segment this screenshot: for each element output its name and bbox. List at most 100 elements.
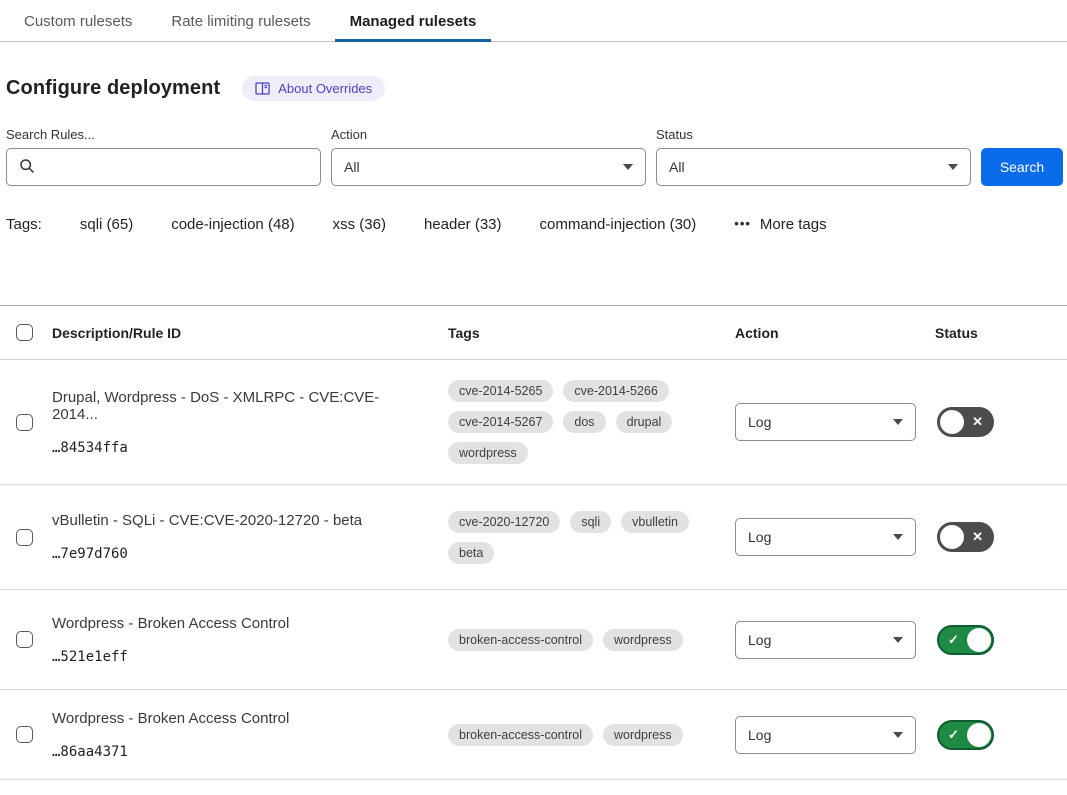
status-filter-select[interactable]: All: [656, 148, 971, 186]
book-icon: [255, 82, 270, 95]
col-description-rule-id: Description/Rule ID: [52, 325, 448, 341]
tag-pill: sqli: [570, 511, 611, 533]
table-row: vBulletin - SQLi - CVE:CVE-2020-12720 - …: [0, 485, 1067, 590]
rule-action-select[interactable]: Log: [735, 403, 916, 441]
table-row: Wordpress - Broken Access Control …521e1…: [0, 590, 1067, 690]
tag-filter-sqli[interactable]: sqli (65): [80, 216, 133, 233]
action-filter-value: All: [344, 159, 360, 175]
x-icon: ✕: [972, 415, 983, 428]
search-button-wrap: Search: [981, 148, 1063, 186]
tag-pill: beta: [448, 542, 494, 564]
tag-pill: wordpress: [603, 724, 683, 746]
rule-action-select[interactable]: Log: [735, 621, 916, 659]
action-filter-select[interactable]: All: [331, 148, 646, 186]
rule-id: …86aa4371: [52, 744, 420, 760]
status-filter-label: Status: [656, 127, 971, 142]
tab-managed-rulesets[interactable]: Managed rulesets: [350, 0, 477, 41]
table-row: Drupal, Wordpress - DoS - XMLRPC - CVE:C…: [0, 360, 1067, 485]
filter-bar: Search Rules... Action All Status All Se…: [6, 127, 1063, 186]
tag-filter-command-injection[interactable]: command-injection (30): [540, 216, 697, 233]
heading-row: Configure deployment About Overrides: [6, 76, 1061, 101]
tag-pill: wordpress: [603, 629, 683, 651]
x-icon: ✕: [972, 530, 983, 543]
toggle-knob: [967, 628, 991, 652]
rule-tags: cve-2014-5265 cve-2014-5266 cve-2014-526…: [448, 380, 735, 464]
tab-rate-limiting-rulesets[interactable]: Rate limiting rulesets: [171, 0, 310, 41]
row-checkbox[interactable]: [16, 726, 33, 743]
ruleset-tabbar: Custom rulesets Rate limiting rulesets M…: [0, 0, 1067, 42]
tag-pill: cve-2014-5265: [448, 380, 553, 402]
row-checkbox[interactable]: [16, 414, 33, 431]
select-all-checkbox[interactable]: [16, 324, 33, 341]
rule-action-value: Log: [748, 529, 771, 545]
chevron-down-icon: [893, 732, 903, 738]
chevron-down-icon: [948, 164, 958, 170]
rule-description: Wordpress - Broken Access Control: [52, 615, 420, 632]
tag-filter-xss[interactable]: xss (36): [333, 216, 386, 233]
rule-tags: broken-access-control wordpress: [448, 724, 735, 746]
col-tags: Tags: [448, 325, 735, 341]
search-icon: [19, 158, 35, 177]
tag-pill: cve-2020-12720: [448, 511, 560, 533]
action-filter-field: Action All: [331, 127, 646, 186]
rule-action-select[interactable]: Log: [735, 716, 916, 754]
tag-pill: dos: [563, 411, 605, 433]
tags-bar: Tags: sqli (65) code-injection (48) xss …: [6, 216, 1061, 233]
search-input-wrap: [6, 148, 321, 186]
rule-id: …84534ffa: [52, 440, 420, 456]
about-overrides-label: About Overrides: [278, 81, 372, 96]
tag-pill: cve-2014-5266: [563, 380, 668, 402]
toggle-knob: [940, 525, 964, 549]
toggle-knob: [967, 723, 991, 747]
action-filter-label: Action: [331, 127, 646, 142]
row-checkbox[interactable]: [16, 529, 33, 546]
rule-action-value: Log: [748, 727, 771, 743]
rule-id: …521e1eff: [52, 649, 420, 665]
rule-action-value: Log: [748, 632, 771, 648]
rule-action-select[interactable]: Log: [735, 518, 916, 556]
more-tags-label: More tags: [760, 216, 827, 233]
check-icon: ✓: [948, 728, 959, 741]
search-rules-input[interactable]: [43, 159, 308, 175]
col-action: Action: [735, 325, 935, 341]
rule-id: …7e97d760: [52, 546, 420, 562]
rule-status-toggle[interactable]: ✓ ✕: [937, 720, 994, 750]
chevron-down-icon: [893, 534, 903, 540]
chevron-down-icon: [893, 419, 903, 425]
ellipsis-icon: •••: [734, 216, 751, 231]
more-tags-button[interactable]: ••• More tags: [734, 216, 826, 233]
page-title: Configure deployment: [6, 77, 220, 100]
tag-pill: broken-access-control: [448, 629, 593, 651]
tag-filter-header[interactable]: header (33): [424, 216, 502, 233]
search-rules-label: Search Rules...: [6, 127, 321, 142]
rule-tags: broken-access-control wordpress: [448, 629, 735, 651]
row-checkbox[interactable]: [16, 631, 33, 648]
rule-description: vBulletin - SQLi - CVE:CVE-2020-12720 - …: [52, 512, 420, 529]
toggle-knob: [940, 410, 964, 434]
rule-description: Wordpress - Broken Access Control: [52, 710, 420, 727]
tag-pill: drupal: [616, 411, 673, 433]
table-header-row: Description/Rule ID Tags Action Status: [0, 306, 1067, 360]
status-filter-value: All: [669, 159, 685, 175]
tag-pill: broken-access-control: [448, 724, 593, 746]
search-button[interactable]: Search: [981, 148, 1063, 186]
check-icon: ✓: [948, 633, 959, 646]
search-rules-field: Search Rules...: [6, 127, 321, 186]
rule-description: Drupal, Wordpress - DoS - XMLRPC - CVE:C…: [52, 389, 420, 423]
tag-pill: wordpress: [448, 442, 528, 464]
tab-custom-rulesets[interactable]: Custom rulesets: [24, 0, 132, 41]
tag-pill: vbulletin: [621, 511, 689, 533]
rule-status-toggle[interactable]: ✓ ✕: [937, 625, 994, 655]
rule-action-value: Log: [748, 414, 771, 430]
about-overrides-badge[interactable]: About Overrides: [242, 76, 385, 101]
rule-status-toggle[interactable]: ✓ ✕: [937, 407, 994, 437]
tags-bar-label: Tags:: [6, 216, 42, 233]
rule-tags: cve-2020-12720 sqli vbulletin beta: [448, 511, 735, 564]
tag-pill: cve-2014-5267: [448, 411, 553, 433]
chevron-down-icon: [893, 637, 903, 643]
col-status: Status: [935, 325, 1067, 341]
table-row: Wordpress - Broken Access Control …86aa4…: [0, 690, 1067, 780]
rule-status-toggle[interactable]: ✓ ✕: [937, 522, 994, 552]
tag-filter-code-injection[interactable]: code-injection (48): [171, 216, 294, 233]
status-filter-field: Status All: [656, 127, 971, 186]
